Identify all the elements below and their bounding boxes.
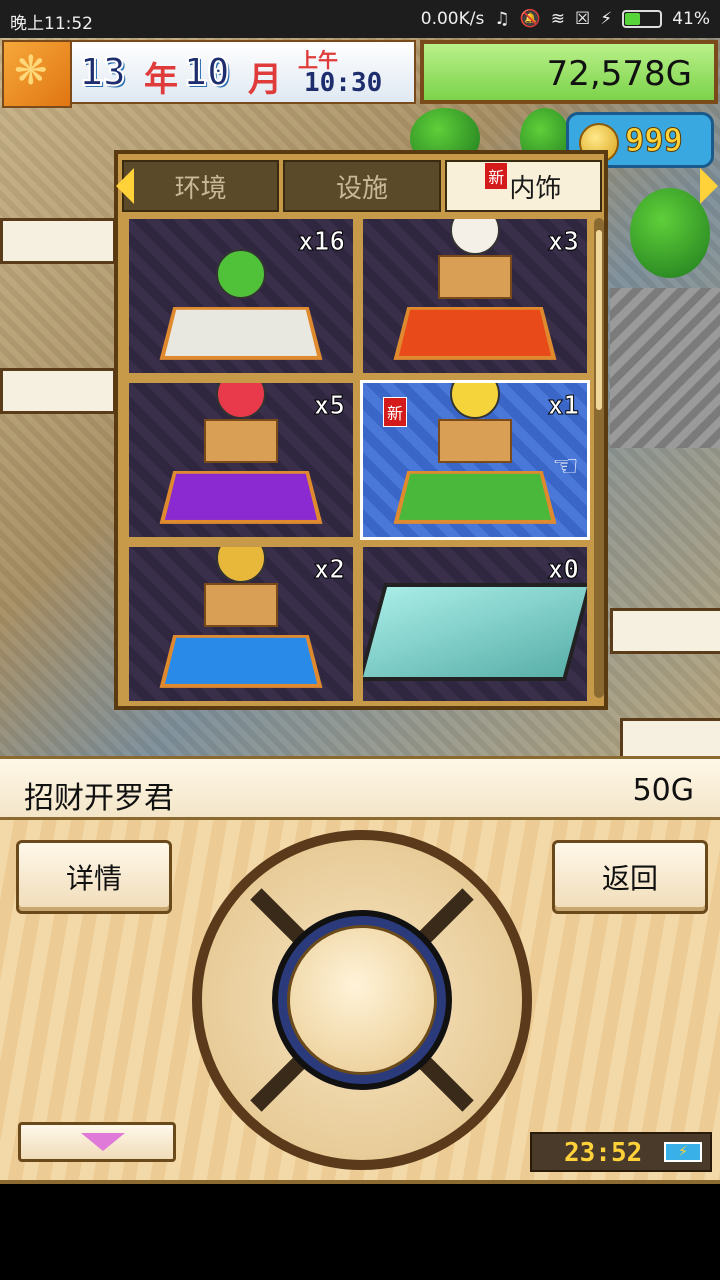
lucky-cat-icon — [401, 216, 549, 363]
tab-label: 内饰 — [509, 168, 561, 205]
status-icons: 0.00K/s ♫ 🔕 ≋ ☒ ⚡ 41% — [421, 9, 710, 29]
headphones-icon: ♫ — [494, 9, 509, 29]
catalog-item-bamboo-fountain[interactable]: x16 — [126, 216, 356, 376]
device-clock: 23:52 ⚡ — [530, 1132, 712, 1172]
tab-prev-arrow-icon[interactable] — [116, 168, 134, 204]
dpad-center-button[interactable] — [287, 925, 437, 1075]
tab-next-arrow-icon[interactable] — [700, 168, 718, 204]
selected-item-price: 50G — [633, 773, 694, 808]
item-count: x3 — [548, 227, 579, 257]
item-count: x0 — [548, 555, 579, 585]
down-triangle-icon — [81, 1133, 125, 1151]
year-unit: 年 — [144, 52, 178, 101]
daruma-icon — [167, 380, 315, 527]
battery-percent: 41% — [672, 9, 710, 29]
sushi-counter — [620, 718, 720, 758]
golden-daruma-icon — [401, 380, 549, 527]
date-display: 13 年 10 月 上午 10:30 — [70, 40, 416, 104]
catalog-tabs: 环境 设施 新内饰 — [122, 160, 602, 212]
catalog-item-daruma-statue[interactable]: x5 — [126, 380, 356, 540]
item-count: x2 — [314, 555, 345, 585]
coin-value: 999 — [625, 121, 683, 159]
new-badge: 新 — [485, 163, 507, 189]
details-button[interactable]: 详情 — [16, 840, 172, 914]
item-count: x1 — [548, 391, 579, 421]
catalog-scroll-thumb[interactable] — [596, 230, 602, 410]
sim-icon: ☒ — [575, 9, 590, 29]
tree-icon — [630, 188, 710, 278]
mute-icon: 🔕 — [520, 9, 541, 29]
bamboo-fountain-icon — [167, 249, 315, 363]
year-value: 13 — [80, 50, 126, 94]
sushi-counter — [610, 608, 720, 654]
pointing-hand-icon: ☜ — [552, 449, 579, 484]
month-value: 10 — [184, 50, 230, 94]
status-bar: 晚上11:52 0.00K/s ♫ 🔕 ≋ ☒ ⚡ 41% — [0, 0, 720, 38]
building-roof — [610, 288, 720, 448]
money-value: 72,578G — [547, 54, 692, 94]
scroll-down-button[interactable] — [18, 1122, 176, 1162]
catalog-item-lucky-cat-statue[interactable]: x3 — [360, 216, 590, 376]
month-unit: 月 — [248, 52, 282, 101]
directional-pad[interactable] — [192, 830, 532, 1170]
tab-facilities[interactable]: 设施 — [283, 160, 440, 212]
item-count: x16 — [298, 227, 345, 257]
charging-icon: ⚡ — [600, 9, 612, 29]
back-button[interactable]: 返回 — [552, 840, 708, 914]
sushi-counter — [0, 218, 116, 264]
battery-icon — [622, 10, 662, 28]
catalog-item-grid: x16 x3 x5 新 x1 ☜ x2 x0 — [126, 216, 590, 700]
network-speed: 0.00K/s — [421, 9, 485, 29]
device-time: 23:52 — [564, 1138, 642, 1168]
status-time: 晚上11:52 — [10, 9, 93, 34]
catalog-item-glass-display-counter[interactable]: x0 — [360, 544, 590, 704]
selected-item-info: 招财开罗君 50G — [0, 756, 720, 820]
selected-item-name: 招财开罗君 — [24, 773, 174, 817]
catalog-item-golden-daruma-statue[interactable]: 新 x1 ☜ — [360, 380, 590, 540]
season-leaf-icon[interactable]: ❋ — [2, 40, 72, 108]
item-count: x5 — [314, 391, 345, 421]
tab-environment[interactable]: 环境 — [122, 160, 279, 212]
catalog-item-treasure-ship-statue[interactable]: x2 — [126, 544, 356, 704]
money-display: 72,578G — [420, 40, 718, 104]
treasure-ship-icon — [167, 544, 315, 691]
glass-counter-icon — [371, 583, 579, 681]
tab-interior[interactable]: 新内饰 — [445, 160, 602, 212]
tab-label: 设施 — [336, 168, 388, 205]
game-clock: 10:30 — [304, 68, 382, 98]
battery-charging-icon: ⚡ — [664, 1142, 702, 1162]
sushi-counter — [0, 368, 116, 414]
tab-label: 环境 — [175, 168, 227, 205]
wifi-icon: ≋ — [551, 9, 565, 29]
